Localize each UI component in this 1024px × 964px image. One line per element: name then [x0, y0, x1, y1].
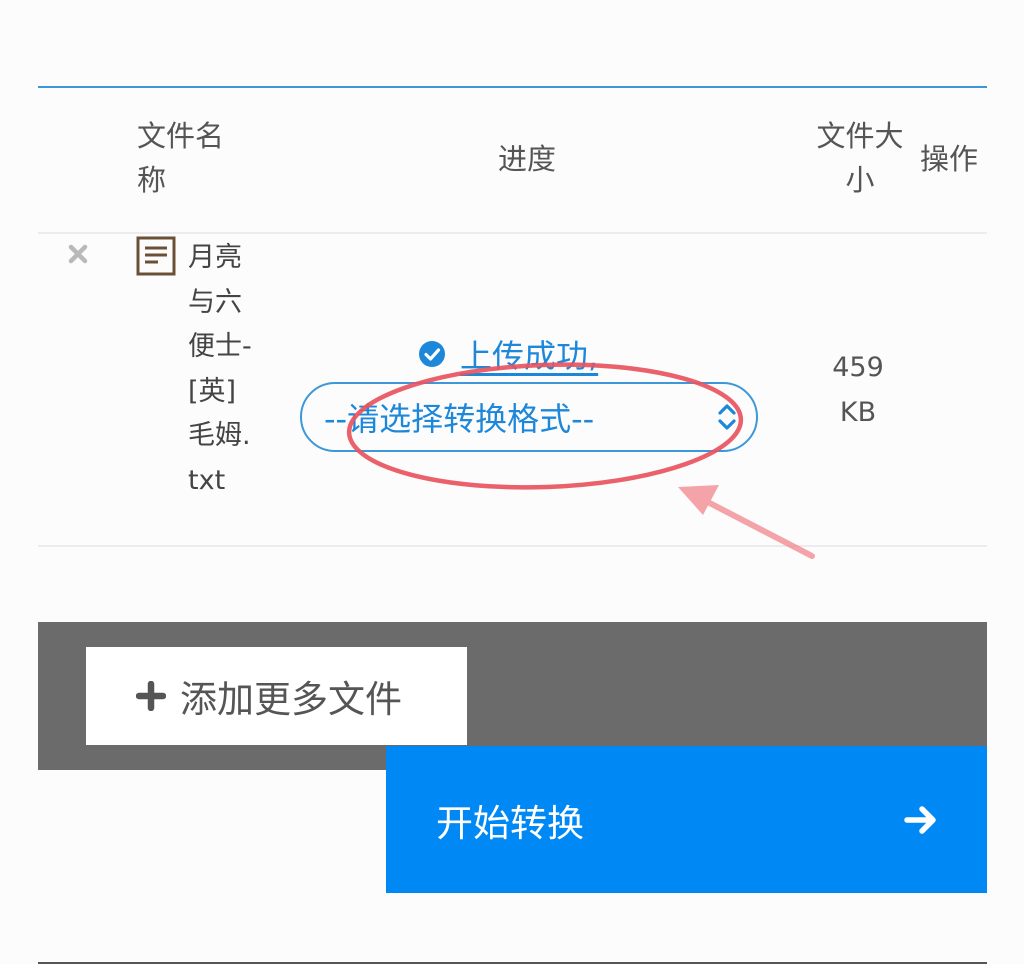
row-divider [38, 545, 987, 547]
add-more-files-label: 添加更多文件 [180, 678, 402, 721]
check-circle-icon [419, 341, 445, 367]
close-icon[interactable] [66, 242, 90, 266]
start-conversion-label: 开始转换 [436, 801, 584, 845]
file-name: 月亮与六便士-[英]毛姆.txt [188, 242, 252, 496]
plus-icon [136, 681, 166, 711]
format-select[interactable]: --请选择转换格式-- [300, 382, 758, 452]
column-header-file-name: 文件名称 [137, 119, 225, 197]
add-more-files-button[interactable]: 添加更多文件 [86, 647, 467, 745]
start-conversion-button[interactable]: 开始转换 [386, 746, 987, 893]
format-select-value: --请选择转换格式-- [324, 400, 595, 438]
arrow-right-icon [904, 805, 936, 834]
row-divider [38, 232, 987, 234]
file-size: 459 KB [832, 352, 884, 428]
column-header-progress: 进度 [498, 142, 557, 176]
table-top-divider [38, 86, 987, 88]
text-file-icon [136, 236, 176, 276]
upload-status: 上传成功, [418, 332, 598, 376]
chevron-up-down-icon [718, 404, 736, 430]
column-header-file-size: 文件大小 [816, 119, 904, 197]
column-header-action: 操作 [920, 142, 979, 176]
upload-status-text[interactable]: 上传成功, [460, 331, 598, 377]
